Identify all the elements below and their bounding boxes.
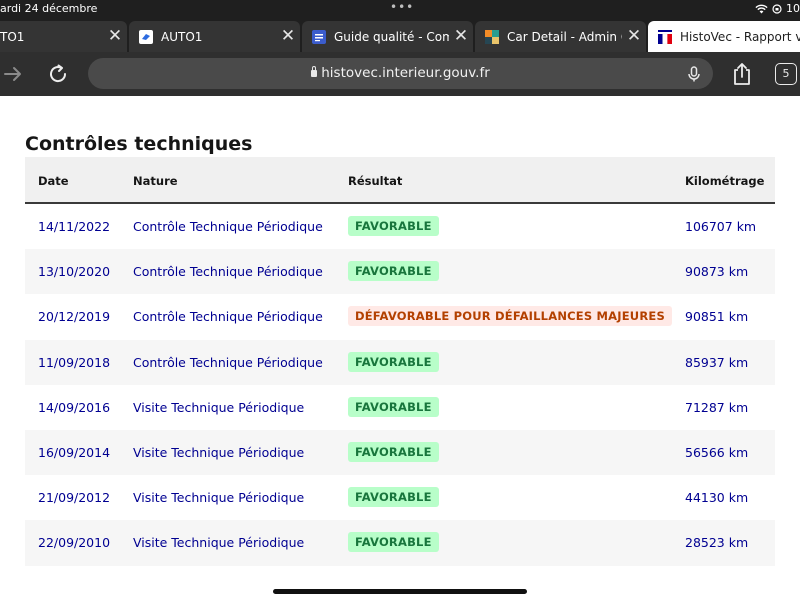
cell-nature: Contrôle Technique Périodique xyxy=(133,354,323,370)
tab-label: HistoVec - Rapport ve xyxy=(680,29,800,44)
cell-nature: Contrôle Technique Périodique xyxy=(133,264,323,280)
status-date: ardi 24 décembre xyxy=(0,2,98,15)
cell-mileage: 28523 km xyxy=(685,535,749,551)
tab-4[interactable]: Car Detail - Admin Ce ✕ xyxy=(475,21,646,52)
cell-nature: Visite Technique Périodique xyxy=(133,444,305,460)
home-indicator[interactable] xyxy=(273,589,527,594)
header-nature: Nature xyxy=(133,174,178,188)
table-row: 22/09/2010 Visite Technique Périodique F… xyxy=(25,520,775,566)
status-indicators: 10 xyxy=(755,2,800,15)
cell-nature: Visite Technique Périodique xyxy=(133,399,305,415)
browser-toolbar: histovec.interieur.gouv.fr 5 xyxy=(0,52,800,96)
cell-result: DÉFAVORABLE POUR DÉFAILLANCES MAJEURES xyxy=(348,306,672,327)
technical-controls-table: Date Nature Résultat Kilométrage 14/11/2… xyxy=(25,157,775,566)
table-row: 13/10/2020 Contrôle Technique Périodique… xyxy=(25,249,775,295)
cell-mileage: 106707 km xyxy=(685,219,757,234)
url-display[interactable]: histovec.interieur.gouv.fr xyxy=(88,65,713,81)
tab-label: Car Detail - Admin Ce xyxy=(507,29,622,44)
cell-date: 21/09/2012 xyxy=(38,490,111,506)
cell-result: FAVORABLE xyxy=(348,441,439,462)
orientation-lock-icon xyxy=(772,3,782,14)
cell-date: 20/12/2019 xyxy=(38,309,111,325)
cell-nature: Visite Technique Périodique xyxy=(133,490,305,506)
tab-count-button[interactable]: 5 xyxy=(775,63,797,85)
cell-date: 22/09/2010 xyxy=(38,535,111,551)
tab-label: AUTO1 xyxy=(161,29,203,44)
battery-level: 10 xyxy=(786,2,800,15)
status-badge: FAVORABLE xyxy=(348,532,439,553)
cell-mileage: 90873 km xyxy=(685,264,749,280)
status-badge: FAVORABLE xyxy=(348,441,439,462)
document-icon xyxy=(312,29,326,44)
url-text: histovec.interieur.gouv.fr xyxy=(321,65,490,81)
header-mileage: Kilométrage xyxy=(685,174,765,188)
table-header: Date Nature Résultat Kilométrage xyxy=(25,157,775,204)
table-row: 16/09/2014 Visite Technique Périodique F… xyxy=(25,429,775,476)
cell-mileage: 44130 km xyxy=(685,490,749,506)
status-badge: DÉFAVORABLE POUR DÉFAILLANCES MAJEURES xyxy=(348,306,672,327)
close-icon[interactable]: ✕ xyxy=(103,21,127,52)
status-bar: ardi 24 décembre ••• 10 xyxy=(0,0,800,18)
share-icon[interactable] xyxy=(730,62,754,86)
status-badge: FAVORABLE xyxy=(348,396,439,417)
tab-label: TO1 xyxy=(0,29,25,44)
close-icon[interactable]: ✕ xyxy=(449,21,473,52)
tab-1[interactable]: TO1 ✕ xyxy=(0,21,127,52)
reload-icon[interactable] xyxy=(46,62,70,86)
page-title: Contrôles techniques xyxy=(25,133,253,155)
cell-mileage: 71287 km xyxy=(685,399,749,415)
tab-2[interactable]: AUTO1 ✕ xyxy=(129,21,300,52)
auto1-logo-icon xyxy=(139,29,153,44)
cell-nature: Visite Technique Périodique xyxy=(133,535,305,551)
cell-date: 14/11/2022 xyxy=(38,219,111,234)
microphone-icon[interactable] xyxy=(685,65,703,83)
cell-nature: Contrôle Technique Périodique xyxy=(133,309,323,325)
tab-label: Guide qualité - Comm xyxy=(334,29,449,44)
cell-date: 16/09/2014 xyxy=(38,444,111,460)
colored-squares-icon xyxy=(485,29,499,44)
multitasking-dots[interactable]: ••• xyxy=(390,0,414,14)
table-row: 21/09/2012 Visite Technique Périodique F… xyxy=(25,475,775,520)
cell-nature: Contrôle Technique Périodique xyxy=(133,219,323,234)
close-icon[interactable]: ✕ xyxy=(622,21,646,52)
tab-5-active[interactable]: HistoVec - Rapport ve xyxy=(648,21,800,52)
close-icon[interactable]: ✕ xyxy=(276,21,300,52)
status-badge: FAVORABLE xyxy=(348,216,439,236)
table-row: 14/09/2016 Visite Technique Périodique F… xyxy=(25,385,775,430)
tab-3[interactable]: Guide qualité - Comm ✕ xyxy=(302,21,473,52)
histovec-logo-icon xyxy=(658,29,672,44)
table-row: 20/12/2019 Contrôle Technique Périodique… xyxy=(25,294,775,339)
cell-mileage: 90851 km xyxy=(685,309,749,325)
cell-mileage: 85937 km xyxy=(685,354,749,370)
forward-arrow-icon[interactable] xyxy=(1,62,25,86)
header-date: Date xyxy=(38,174,69,188)
cell-date: 14/09/2016 xyxy=(38,399,111,415)
tab-strip: TO1 ✕ AUTO1 ✕ Guide qualité - Comm ✕ Car… xyxy=(0,18,800,52)
cell-date: 13/10/2020 xyxy=(38,264,111,280)
cell-result: FAVORABLE xyxy=(348,261,439,282)
cell-result: FAVORABLE xyxy=(348,216,439,236)
status-badge: FAVORABLE xyxy=(348,261,439,282)
status-badge: FAVORABLE xyxy=(348,487,439,508)
page-content: Contrôles techniques Date Nature Résulta… xyxy=(0,96,800,600)
cell-mileage: 56566 km xyxy=(685,444,749,460)
cell-result: FAVORABLE xyxy=(348,487,439,508)
lock-icon xyxy=(311,66,318,77)
address-bar[interactable]: histovec.interieur.gouv.fr xyxy=(88,58,713,89)
cell-result: FAVORABLE xyxy=(348,532,439,553)
cell-result: FAVORABLE xyxy=(348,351,439,372)
wifi-icon xyxy=(755,4,768,13)
cell-date: 11/09/2018 xyxy=(38,354,111,370)
cell-result: FAVORABLE xyxy=(348,396,439,417)
status-badge: FAVORABLE xyxy=(348,351,439,372)
table-row: 14/11/2022 Contrôle Technique Périodique… xyxy=(25,204,775,249)
header-result: Résultat xyxy=(348,174,403,188)
table-row: 11/09/2018 Contrôle Technique Périodique… xyxy=(25,339,775,385)
